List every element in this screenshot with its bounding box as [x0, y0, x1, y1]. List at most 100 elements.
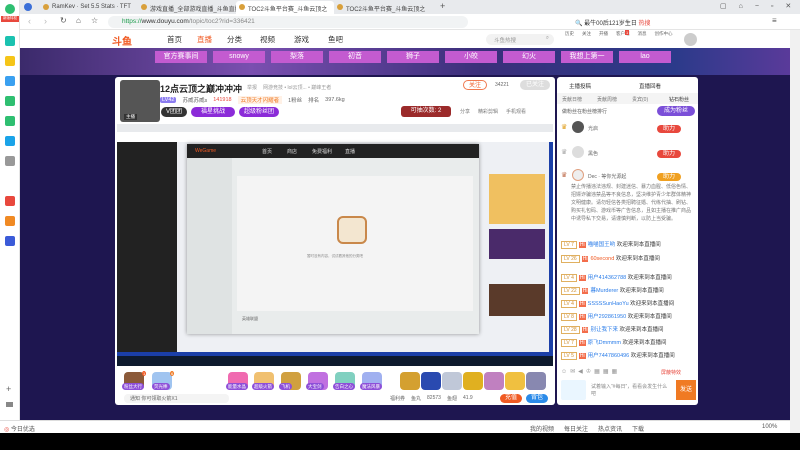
gift-icon[interactable]	[526, 372, 546, 390]
browser-logo-icon[interactable]	[5, 4, 15, 14]
replay-link[interactable]: 直播回看	[639, 82, 661, 90]
tab-weekly[interactable]: 贡献周榜	[597, 96, 617, 103]
support-button[interactable]: 助力	[657, 173, 681, 181]
sidebar-app-icon[interactable]	[5, 196, 15, 206]
become-fan-button[interactable]: 成为粉丝	[657, 106, 695, 116]
room-category[interactable]: 网游竞技 • lol云顶... • 巅峰王者	[263, 84, 331, 91]
gift-icon[interactable]	[400, 372, 420, 390]
page-scrollbar[interactable]	[790, 30, 800, 433]
chat-emote-icon[interactable]	[561, 380, 586, 400]
banner-tag[interactable]: 小皎	[445, 51, 497, 63]
chat-username[interactable]: 暮Murderer	[590, 288, 618, 294]
zoom-level[interactable]: 100%	[762, 424, 777, 430]
gift-icon[interactable]	[505, 372, 525, 390]
banner-tag[interactable]: 幻火	[503, 51, 555, 63]
nav-home[interactable]: 首页	[167, 34, 182, 45]
douyu-logo[interactable]: 斗鱼	[112, 33, 142, 48]
sidebar-app-icon[interactable]	[5, 96, 15, 106]
daily-picks-link[interactable]: ◎ 今日优选	[4, 424, 35, 433]
nav-video[interactable]: 视频	[260, 34, 275, 45]
chat-tools[interactable]: ☺✉◀♔▦▦▦	[561, 368, 620, 375]
vteam-badge[interactable]: V团团	[161, 107, 187, 117]
status-hot-news[interactable]: 热点资讯	[598, 424, 622, 433]
nav-games[interactable]: 游戏	[294, 34, 309, 45]
clip-button[interactable]: 精彩剪辑	[478, 108, 498, 115]
sidebar-app-icon[interactable]	[5, 36, 15, 46]
activity-tag[interactable]: 云顶天才闪耀者	[237, 96, 283, 104]
welfare-button[interactable]: 福利券	[390, 395, 405, 402]
recharge-button[interactable]: 充值	[500, 394, 522, 403]
lottery-button[interactable]: 可抽次数: 2	[401, 106, 451, 117]
nav-live[interactable]: 直播	[197, 34, 212, 45]
tab-toc2[interactable]: TOC2斗鱼平台赛_斗鱼云顶之	[334, 1, 432, 14]
banner-tag[interactable]: 梨落	[271, 51, 323, 63]
mobile-watch-button[interactable]: 手机观看	[506, 108, 526, 115]
rank-label[interactable]: 排名	[308, 96, 319, 104]
sidebar-app-icon[interactable]	[5, 136, 15, 146]
site-search-input[interactable]: 斗鱼热搜 ⌕	[486, 34, 554, 45]
search-icon[interactable]: ⌕	[546, 35, 549, 42]
support-button[interactable]: 助力	[657, 125, 681, 133]
banner-tag[interactable]: 狮子	[387, 51, 439, 63]
status-download[interactable]: 下载	[632, 424, 644, 433]
banner-tag[interactable]: snowy	[213, 51, 265, 63]
chat-input[interactable]: 试着输入“#每日”，看看会发生什么吧	[588, 380, 674, 400]
favorites-icon[interactable]	[5, 56, 15, 66]
support-button[interactable]: 助力	[657, 150, 681, 158]
chat-username[interactable]: 用户414362788	[588, 275, 627, 281]
chat-username[interactable]: 喵喵国王哟	[588, 242, 616, 248]
status-my-video[interactable]: 我的视频	[530, 424, 554, 433]
tab-game-live[interactable]: 游戏直播_全部游戏直播_斗鱼直播	[138, 1, 236, 14]
message-icon[interactable]: 消息	[638, 31, 647, 37]
backpack-button[interactable]: 背包	[526, 394, 548, 403]
tab-vip[interactable]: 贵宾(0)	[632, 96, 648, 103]
video-player[interactable]: WeGame 首页 商店 免费福利 直播 暂时没有内容，试试看其他的分类吧 英雄…	[117, 124, 553, 366]
rank-avatar[interactable]	[572, 169, 584, 181]
url-input[interactable]: https://www.douyu.com/topic/toc2?rid=336…	[108, 16, 468, 28]
sidebar-app-icon[interactable]	[5, 236, 15, 246]
wechat-icon[interactable]	[5, 116, 15, 126]
bookmark-star-icon[interactable]: ☆	[91, 16, 98, 25]
user-avatar[interactable]	[684, 33, 697, 46]
add-icon[interactable]: +	[6, 384, 11, 394]
nav-yuba[interactable]: 鱼吧	[328, 34, 343, 45]
banner-tag[interactable]: lao	[619, 51, 671, 63]
sidebar-menu-icon[interactable]	[6, 402, 13, 407]
notice-bar[interactable]: 通知 你可领取火箭X1	[124, 394, 229, 403]
tab-ramkev[interactable]: RamKev · Set 5.5 Stats · TFT	[40, 1, 138, 14]
chat-username[interactable]: 用户292861950	[588, 314, 627, 320]
home-icon[interactable]: ⌂	[76, 16, 81, 25]
rank-avatar[interactable]	[572, 146, 584, 158]
menu-icon[interactable]: ≡	[772, 16, 777, 25]
send-button[interactable]: 发送	[676, 380, 696, 400]
tab-diamond-fans[interactable]: 钻石粉丝	[669, 96, 689, 103]
tab-daily[interactable]: 贡献日榜	[562, 96, 582, 103]
new-tab-button[interactable]: +	[440, 1, 445, 11]
anchor-posts-link[interactable]: 主播投稿	[569, 82, 591, 90]
chat-username[interactable]: SSSSSunHaoYu	[588, 301, 629, 307]
history-icon[interactable]: 历史	[565, 31, 574, 37]
sidebar-app-icon[interactable]	[5, 216, 15, 226]
chat-username[interactable]: 别让我下来	[590, 327, 618, 333]
status-daily-follow[interactable]: 每日关注	[564, 424, 588, 433]
browser-home-icon[interactable]	[24, 3, 32, 11]
browser-search[interactable]: 🔍 最牛00后121岁生日 热搜	[575, 16, 685, 28]
reload-icon[interactable]: ↻	[60, 16, 67, 25]
share-button[interactable]: 分享	[460, 108, 470, 115]
followed-button[interactable]: 已关注	[520, 80, 550, 90]
block-effects-toggle[interactable]: 屏蔽特效	[661, 369, 681, 376]
banner-tag[interactable]: 官方赛事间	[155, 51, 207, 63]
gift-icon[interactable]	[442, 372, 462, 390]
gift-icon[interactable]	[484, 372, 504, 390]
back-icon[interactable]: ‹	[28, 16, 31, 26]
chat-username[interactable]: 60second	[590, 256, 614, 262]
follow-icon[interactable]: 关注	[582, 31, 591, 37]
broadcast-icon[interactable]: 开播	[599, 31, 608, 37]
creator-icon[interactable]: 创作中心	[655, 31, 673, 37]
banner-tag[interactable]: 初音	[329, 51, 381, 63]
chat-username[interactable]: 用户7447860496	[588, 353, 630, 359]
rank-avatar[interactable]	[572, 121, 584, 133]
super-fans-badge[interactable]: 超级粉丝团	[239, 107, 279, 117]
sidebar-app-icon[interactable]	[5, 76, 15, 86]
follow-button[interactable]: 关注	[463, 80, 487, 90]
